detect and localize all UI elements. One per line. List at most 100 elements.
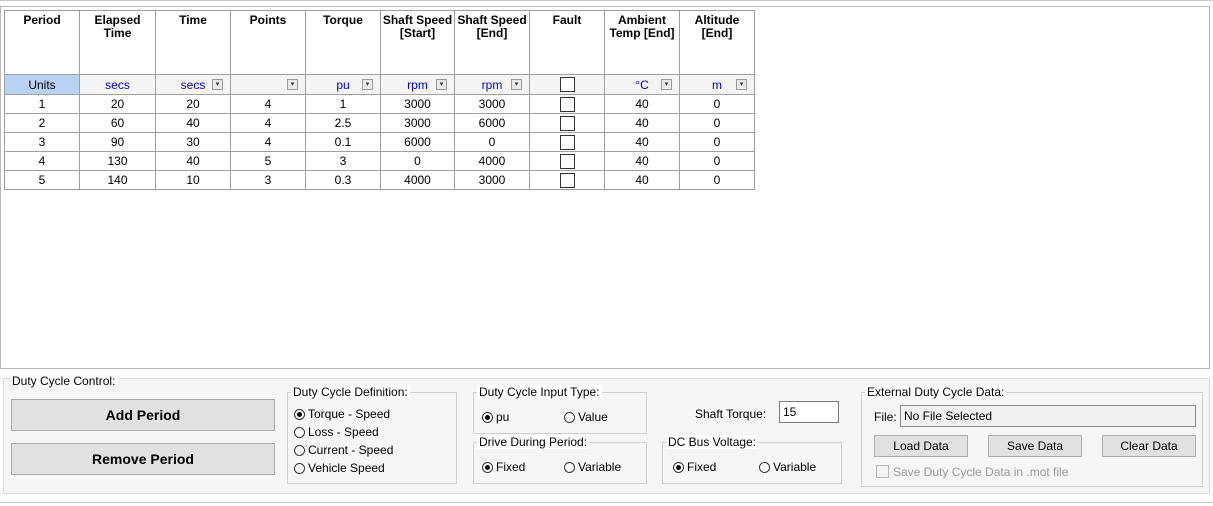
cell-speed_end[interactable]: 6000 (454, 113, 530, 133)
unit-cell-torque[interactable]: pu ▾ (305, 74, 381, 95)
col-header-time[interactable]: Time (155, 10, 231, 75)
cell-time[interactable]: 30 (155, 132, 231, 152)
dropdown-arrow-icon[interactable]: ▾ (287, 79, 298, 90)
unit-cell-fault[interactable] (529, 74, 605, 95)
cell-altitude[interactable]: 0 (679, 113, 755, 133)
fault-all-checkbox[interactable] (559, 77, 575, 93)
table-row[interactable]: 1 20 20 4 1 3000 3000 40 0 (4, 94, 755, 114)
cell-torque[interactable]: 0.1 (305, 132, 381, 152)
cell-time[interactable]: 10 (155, 170, 231, 190)
dropdown-arrow-icon[interactable]: ▾ (736, 79, 747, 90)
table-row[interactable]: 3 90 30 4 0.1 6000 0 40 0 (4, 132, 755, 152)
col-header-speed-start[interactable]: Shaft Speed [Start] (380, 10, 455, 75)
unit-cell-speed-end[interactable]: rpm ▾ (454, 74, 530, 95)
col-header-elapsed-time[interactable]: Elapsed Time (79, 10, 156, 75)
fault-checkbox[interactable] (559, 153, 575, 169)
cell-time[interactable]: 40 (155, 113, 231, 133)
col-header-altitude[interactable]: Altitude [End] (679, 10, 755, 75)
cell-torque[interactable]: 2.5 (305, 113, 381, 133)
shaft-torque-input[interactable]: 15 (779, 401, 839, 423)
cell-fault[interactable] (529, 132, 605, 152)
cell-period[interactable]: 1 (4, 94, 80, 114)
radio-drive-variable[interactable]: Variable (564, 460, 621, 474)
cell-fault[interactable] (529, 94, 605, 114)
cell-elapsed[interactable]: 130 (79, 151, 156, 171)
cell-points[interactable]: 4 (230, 94, 306, 114)
radio-drive-fixed[interactable]: Fixed (482, 460, 525, 474)
cell-speed_end[interactable]: 4000 (454, 151, 530, 171)
radio-pu[interactable]: pu (482, 410, 509, 424)
unit-cell-altitude[interactable]: m ▾ (679, 74, 755, 95)
cell-points[interactable]: 3 (230, 170, 306, 190)
cell-elapsed[interactable]: 140 (79, 170, 156, 190)
cell-period[interactable]: 2 (4, 113, 80, 133)
cell-altitude[interactable]: 0 (679, 94, 755, 114)
radio-dcbus-variable[interactable]: Variable (759, 460, 816, 474)
radio-torque-speed[interactable]: Torque - Speed (294, 407, 390, 421)
load-data-button[interactable]: Load Data (874, 435, 968, 457)
cell-torque[interactable]: 1 (305, 94, 381, 114)
dropdown-arrow-icon[interactable]: ▾ (212, 79, 223, 90)
cell-ambient[interactable]: 40 (604, 113, 680, 133)
clear-data-button[interactable]: Clear Data (1102, 435, 1196, 457)
dropdown-arrow-icon[interactable]: ▾ (436, 79, 447, 90)
table-row[interactable]: 5 140 10 3 0.3 4000 3000 40 0 (4, 170, 755, 190)
cell-speed_start[interactable]: 4000 (380, 170, 455, 190)
unit-cell-speed-start[interactable]: rpm ▾ (380, 74, 455, 95)
radio-dcbus-fixed[interactable]: Fixed (673, 460, 716, 474)
radio-vehicle-speed[interactable]: Vehicle Speed (294, 461, 385, 475)
cell-elapsed[interactable]: 20 (79, 94, 156, 114)
cell-speed_start[interactable]: 6000 (380, 132, 455, 152)
col-header-speed-end[interactable]: Shaft Speed [End] (454, 10, 530, 75)
save-data-button[interactable]: Save Data (988, 435, 1082, 457)
cell-altitude[interactable]: 0 (679, 170, 755, 190)
col-header-points[interactable]: Points (230, 10, 306, 75)
col-header-ambient-temp[interactable]: Ambient Temp [End] (604, 10, 680, 75)
cell-fault[interactable] (529, 170, 605, 190)
dropdown-arrow-icon[interactable]: ▾ (362, 79, 373, 90)
cell-speed_end[interactable]: 3000 (454, 94, 530, 114)
col-header-fault[interactable]: Fault (529, 10, 605, 75)
table-row[interactable]: 4 130 40 5 3 0 4000 40 0 (4, 151, 755, 171)
cell-period[interactable]: 5 (4, 170, 80, 190)
add-period-button[interactable]: Add Period (11, 399, 275, 431)
cell-period[interactable]: 4 (4, 151, 80, 171)
unit-cell-ambient[interactable]: °C ▾ (604, 74, 680, 95)
cell-time[interactable]: 20 (155, 94, 231, 114)
cell-speed_start[interactable]: 3000 (380, 94, 455, 114)
cell-altitude[interactable]: 0 (679, 132, 755, 152)
cell-torque[interactable]: 0.3 (305, 170, 381, 190)
cell-speed_end[interactable]: 3000 (454, 170, 530, 190)
cell-fault[interactable] (529, 151, 605, 171)
table-row[interactable]: 2 60 40 4 2.5 3000 6000 40 0 (4, 113, 755, 133)
unit-cell-time[interactable]: secs ▾ (155, 74, 231, 95)
fault-checkbox[interactable] (559, 96, 575, 112)
cell-elapsed[interactable]: 90 (79, 132, 156, 152)
fault-checkbox[interactable] (559, 172, 575, 188)
radio-loss-speed[interactable]: Loss - Speed (294, 425, 379, 439)
cell-speed_start[interactable]: 3000 (380, 113, 455, 133)
dropdown-arrow-icon[interactable]: ▾ (661, 79, 672, 90)
cell-period[interactable]: 3 (4, 132, 80, 152)
remove-period-button[interactable]: Remove Period (11, 443, 275, 475)
cell-time[interactable]: 40 (155, 151, 231, 171)
save-in-mot-checkbox[interactable]: Save Duty Cycle Data in .mot file (876, 465, 1068, 479)
cell-ambient[interactable]: 40 (604, 132, 680, 152)
dropdown-arrow-icon[interactable]: ▾ (511, 79, 522, 90)
cell-ambient[interactable]: 40 (604, 94, 680, 114)
cell-elapsed[interactable]: 60 (79, 113, 156, 133)
col-header-torque[interactable]: Torque (305, 10, 381, 75)
cell-speed_end[interactable]: 0 (454, 132, 530, 152)
fault-checkbox[interactable] (559, 115, 575, 131)
cell-points[interactable]: 4 (230, 132, 306, 152)
cell-ambient[interactable]: 40 (604, 151, 680, 171)
cell-fault[interactable] (529, 113, 605, 133)
cell-ambient[interactable]: 40 (604, 170, 680, 190)
unit-cell-points[interactable]: ▾ (230, 74, 306, 95)
col-header-period[interactable]: Period (4, 10, 80, 75)
cell-points[interactable]: 4 (230, 113, 306, 133)
duty-cycle-grid-area[interactable]: Period Elapsed Time Time Points Torque S… (0, 6, 1210, 369)
cell-torque[interactable]: 3 (305, 151, 381, 171)
radio-value[interactable]: Value (564, 410, 608, 424)
cell-altitude[interactable]: 0 (679, 151, 755, 171)
